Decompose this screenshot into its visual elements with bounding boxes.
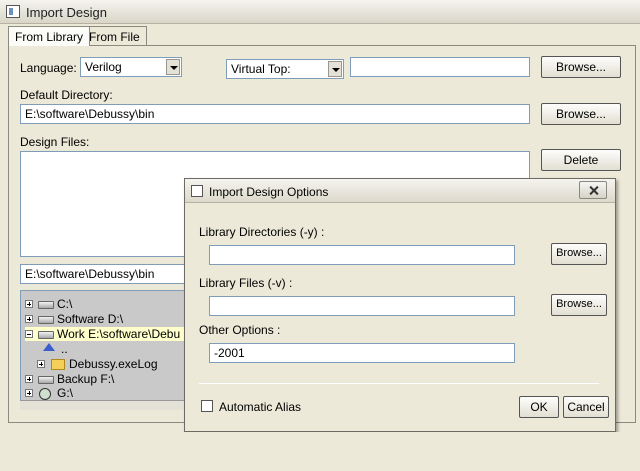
window-title-bar: Import Design xyxy=(0,0,640,24)
design-files-label: Design Files: xyxy=(20,135,90,149)
other-options-input[interactable]: -2001 xyxy=(209,343,515,363)
drive-icon xyxy=(38,301,54,309)
language-select[interactable]: Verilog xyxy=(80,57,182,77)
library-directories-label: Library Directories (-y) : xyxy=(199,225,325,239)
import-design-options-dialog: Import Design Options Library Directorie… xyxy=(184,178,616,432)
expand-icon[interactable] xyxy=(25,300,33,308)
other-options-label: Other Options : xyxy=(199,323,281,337)
automatic-alias-checkbox[interactable] xyxy=(201,400,213,412)
cd-drive-icon xyxy=(39,388,51,400)
current-directory-value: E:\software\Debussy\bin xyxy=(25,267,155,281)
dialog-title: Import Design Options xyxy=(209,185,329,199)
tree-item-label: C:\ xyxy=(57,297,73,311)
tree-item-label: Backup F:\ xyxy=(57,372,115,386)
tree-item-work-drive[interactable]: Work E:\software\Debu xyxy=(25,327,185,341)
other-options-value: -2001 xyxy=(214,346,245,360)
browse-library-files-button[interactable]: Browse... xyxy=(551,294,607,316)
tree-item-label: Software D:\ xyxy=(57,312,124,326)
tab-from-library[interactable]: From Library xyxy=(8,26,91,46)
chevron-down-icon[interactable] xyxy=(166,59,180,75)
tree-item-label: G:\ xyxy=(57,386,74,400)
library-files-label: Library Files (-v) : xyxy=(199,276,293,290)
language-value: Verilog xyxy=(85,60,122,74)
window-title: Import Design xyxy=(26,5,107,20)
tree-horizontal-scrollbar[interactable] xyxy=(20,400,186,410)
dialog-title-bar: Import Design Options xyxy=(185,179,615,203)
collapse-icon[interactable] xyxy=(25,330,33,338)
tree-item-label: Work E:\software\Debu xyxy=(57,327,181,341)
chevron-down-icon[interactable] xyxy=(328,61,342,77)
browse-library-directories-button[interactable]: Browse... xyxy=(551,243,607,265)
default-directory-label: Default Directory: xyxy=(20,88,113,102)
default-directory-value: E:\software\Debussy\bin xyxy=(25,107,155,121)
virtual-top-input[interactable] xyxy=(350,57,530,77)
expand-icon[interactable] xyxy=(37,360,45,368)
drive-icon xyxy=(38,316,54,324)
language-label: Language: xyxy=(20,61,77,75)
current-directory-input[interactable]: E:\software\Debussy\bin xyxy=(20,264,190,284)
ok-button[interactable]: OK xyxy=(519,396,559,418)
virtual-top-label: Virtual Top: xyxy=(231,62,291,76)
tab-from-file[interactable]: From File xyxy=(82,26,147,46)
directory-tree[interactable]: C:\ Software D:\ Work E:\software\Debu .… xyxy=(20,290,186,408)
browse-default-directory-button[interactable]: Browse... xyxy=(541,103,621,125)
window-icon xyxy=(6,5,20,18)
folder-icon xyxy=(51,359,65,370)
dialog-separator xyxy=(199,383,599,384)
expand-icon[interactable] xyxy=(25,389,33,397)
default-directory-input[interactable]: E:\software\Debussy\bin xyxy=(20,104,530,124)
library-directories-input[interactable] xyxy=(209,245,515,265)
tree-item-label: Debussy.exeLog xyxy=(69,357,158,371)
library-files-input[interactable] xyxy=(209,296,515,316)
virtual-top-select[interactable]: Virtual Top: xyxy=(226,59,344,79)
window-bottom-strip xyxy=(0,432,640,471)
drive-icon xyxy=(38,376,54,384)
expand-icon[interactable] xyxy=(25,375,33,383)
drive-icon xyxy=(38,331,54,339)
cancel-button[interactable]: Cancel xyxy=(563,396,609,418)
dialog-icon xyxy=(191,185,203,197)
tree-item-label: .. xyxy=(61,342,68,356)
automatic-alias-label: Automatic Alias xyxy=(219,400,302,414)
close-icon[interactable] xyxy=(579,181,607,199)
browse-virtual-top-button[interactable]: Browse... xyxy=(541,56,621,78)
expand-icon[interactable] xyxy=(25,315,33,323)
up-arrow-icon xyxy=(43,343,55,351)
delete-button[interactable]: Delete xyxy=(541,149,621,171)
